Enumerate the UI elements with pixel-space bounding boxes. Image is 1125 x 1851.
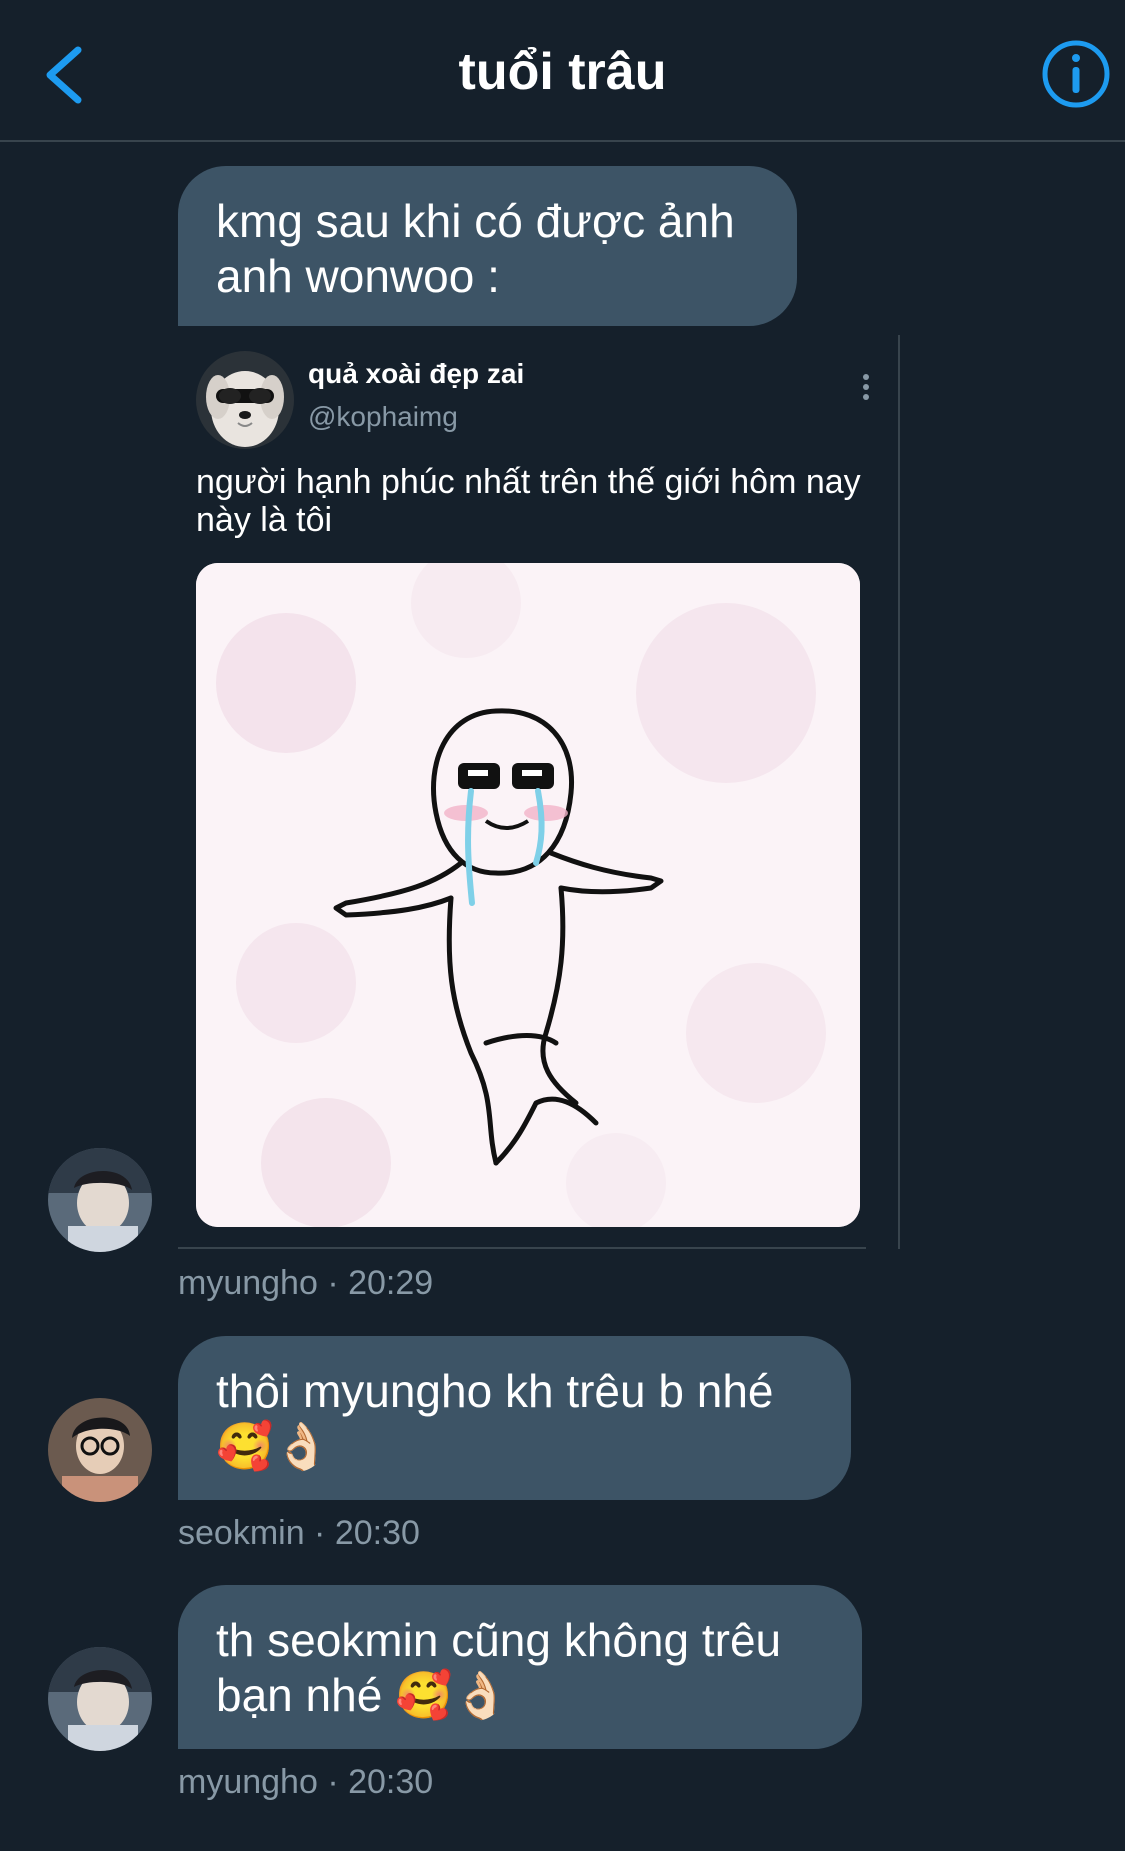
message-bubble[interactable]: thôi myungho kh trêu b nhé 🥰👌🏻 bbox=[178, 1336, 851, 1500]
conversation-header: tuổi trâu bbox=[0, 0, 1125, 142]
myungho-avatar-image bbox=[48, 1148, 152, 1252]
tweet-author-name: quả xoài đẹp zai bbox=[308, 358, 525, 389]
message-meta: myungho · 20:30 bbox=[178, 1763, 434, 1801]
shared-tweet-card[interactable]: quả xoài đẹp zai @kophaimg người hạnh ph… bbox=[178, 335, 900, 1249]
dog-avatar-image bbox=[196, 351, 294, 449]
avatar-seokmin[interactable] bbox=[48, 1398, 152, 1502]
tweet-author-handle: @kophaimg bbox=[308, 401, 458, 432]
message-meta: myungho · 20:29 bbox=[178, 1264, 434, 1302]
message-bubble[interactable]: kmg sau khi có được ảnh anh wonwoo : bbox=[178, 166, 797, 326]
avatar-myungho[interactable] bbox=[48, 1647, 152, 1751]
message-text: thôi myungho kh trêu b nhé 🥰👌🏻 bbox=[216, 1365, 774, 1472]
seokmin-avatar-image bbox=[48, 1398, 152, 1502]
tweet-text: người hạnh phúc nhất trên thế giới hôm n… bbox=[196, 463, 861, 539]
more-vertical-icon bbox=[863, 374, 869, 400]
conversation-title: tuổi trâu bbox=[458, 43, 667, 101]
tweet-card-divider bbox=[178, 1247, 866, 1249]
myungho-avatar-image bbox=[48, 1647, 152, 1751]
info-icon bbox=[1042, 40, 1110, 108]
info-button[interactable] bbox=[1040, 38, 1112, 110]
tweet-image[interactable] bbox=[196, 563, 860, 1227]
message-meta: seokmin · 20:30 bbox=[178, 1514, 420, 1552]
more-options-button[interactable] bbox=[856, 369, 876, 409]
tweet-author-avatar[interactable] bbox=[196, 351, 294, 449]
message-text: th seokmin cũng không trêu bạn nhé 🥰👌🏻 bbox=[216, 1614, 782, 1721]
avatar-myungho[interactable] bbox=[48, 1148, 152, 1252]
meme-drawing-image bbox=[196, 563, 860, 1227]
message-text: kmg sau khi có được ảnh anh wonwoo : bbox=[216, 195, 735, 302]
message-bubble[interactable]: th seokmin cũng không trêu bạn nhé 🥰👌🏻 bbox=[178, 1585, 862, 1749]
